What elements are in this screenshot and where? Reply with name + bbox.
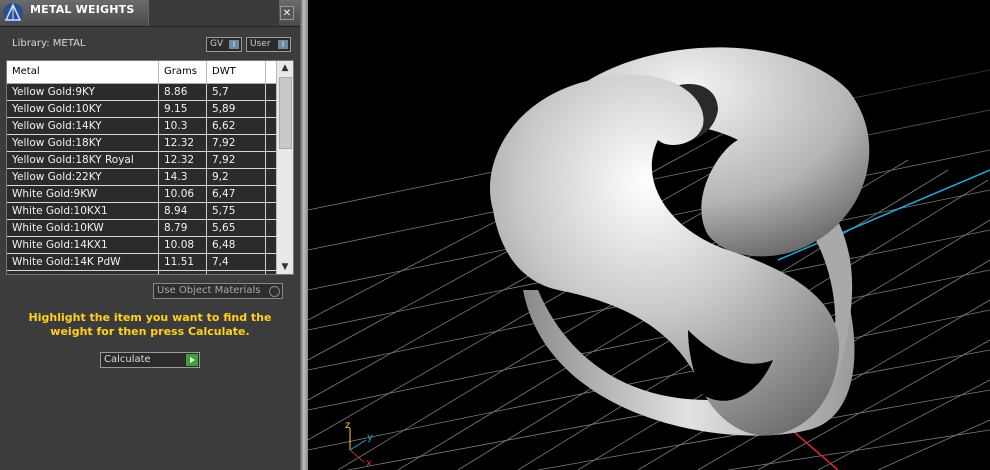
cell-metal: White Gold:14KX1 (7, 237, 159, 253)
table-row[interactable]: Yellow Gold:10KY 9.15 5,89 (7, 101, 277, 118)
cell-dwt: 6,62 (207, 118, 266, 134)
cell-dwt: 5,89 (207, 101, 266, 117)
cell-dwt: 9,2 (207, 169, 266, 185)
radio-icon (269, 286, 280, 297)
table-rows: Yellow Gold:9KY 8.86 5,7 Yellow Gold:10KY 9… (7, 84, 277, 274)
cell-metal: White Gold:14K PdW (7, 254, 159, 270)
scroll-thumb[interactable] (279, 77, 292, 149)
table-row[interactable]: Yellow Gold:18KY Royal 12.32 7,92 (7, 152, 277, 169)
cell-grams: 10.3 (159, 118, 207, 134)
cell-dwt: 5,75 (207, 203, 266, 219)
cell-dwt: 7,4 (207, 254, 266, 270)
cell-dwt: 6,47 (207, 186, 266, 202)
3d-viewport[interactable]: z y x (308, 0, 990, 470)
cell-grams: 8.86 (159, 84, 207, 100)
metal-table[interactable]: Metal Grams DWT Yellow Gold:9KY 8.86 5,7 Y… (6, 60, 294, 275)
info-icon: i (229, 40, 239, 49)
cell-grams: 11.51 (159, 254, 207, 270)
gizmo-z-label: z (345, 420, 350, 431)
cell-grams: 10.06 (159, 186, 207, 202)
metal-weights-panel: METAL WEIGHTS ✕ Library: METAL GV i User… (0, 0, 300, 470)
cell-grams: 9.15 (159, 101, 207, 117)
cell-dwt: 7,92 (207, 135, 266, 151)
cell-metal: Yellow Gold:22KY (7, 169, 159, 185)
cell-metal (7, 271, 159, 274)
use-object-materials-toggle[interactable]: Use Object Materials (153, 283, 283, 299)
table-row[interactable]: White Gold:9KW 10.06 6,47 (7, 186, 277, 203)
column-header-grams[interactable]: Grams (159, 61, 207, 83)
table-row[interactable]: Yellow Gold:9KY 8.86 5,7 (7, 84, 277, 101)
column-header-dwt[interactable]: DWT (207, 61, 266, 83)
cell-grams (159, 271, 207, 274)
panel-title: METAL WEIGHTS (30, 3, 135, 16)
gv-toggle-label: GV (210, 39, 224, 49)
table-header: Metal Grams DWT (7, 61, 277, 84)
instruction-text: Highlight the item you want to find the … (28, 311, 272, 338)
scroll-down-icon[interactable]: ▼ (277, 260, 293, 274)
table-row-partial[interactable] (7, 271, 277, 274)
gizmo-y-label: y (367, 432, 373, 443)
gizmo-x-label: x (366, 458, 372, 469)
cell-metal: White Gold:10KX1 (7, 203, 159, 219)
cell-dwt: 5,7 (207, 84, 266, 100)
library-label: Library: METAL (12, 38, 86, 49)
table-row[interactable]: White Gold:14KX1 10.08 6,48 (7, 237, 277, 254)
table-row[interactable]: White Gold:14K PdW 11.51 7,4 (7, 254, 277, 271)
panel-splitter[interactable] (300, 0, 308, 470)
table-row[interactable]: Yellow Gold:22KY 14.3 9,2 (7, 169, 277, 186)
viewport-scene: z y x (308, 0, 990, 470)
cell-metal: White Gold:10KW (7, 220, 159, 236)
table-row[interactable]: White Gold:10KX1 8.94 5,75 (7, 203, 277, 220)
cell-grams: 12.32 (159, 152, 207, 168)
cell-grams: 8.94 (159, 203, 207, 219)
cell-metal: Yellow Gold:14KY (7, 118, 159, 134)
table-row[interactable]: Yellow Gold:14KY 10.3 6,62 (7, 118, 277, 135)
cell-dwt: 5,65 (207, 220, 266, 236)
panel-titlebar[interactable]: METAL WEIGHTS ✕ (0, 0, 300, 27)
cell-metal: Yellow Gold:10KY (7, 101, 159, 117)
play-icon (186, 354, 198, 366)
close-icon[interactable]: ✕ (280, 6, 294, 20)
scroll-up-icon[interactable]: ▲ (277, 61, 293, 75)
cell-metal: White Gold:9KW (7, 186, 159, 202)
cell-dwt: 6,48 (207, 237, 266, 253)
titlebar-spacer (148, 0, 279, 26)
cell-metal: Yellow Gold:18KY (7, 135, 159, 151)
column-header-metal[interactable]: Metal (7, 61, 159, 83)
cell-metal: Yellow Gold:18KY Royal (7, 152, 159, 168)
cell-grams: 8.79 (159, 220, 207, 236)
cell-grams: 12.32 (159, 135, 207, 151)
cell-grams: 10.08 (159, 237, 207, 253)
cell-dwt (207, 271, 266, 274)
gv-toggle[interactable]: GV i (206, 37, 242, 52)
use-object-materials-label: Use Object Materials (157, 285, 261, 296)
calculate-button[interactable]: Calculate (100, 352, 200, 368)
cell-grams: 14.3 (159, 169, 207, 185)
cell-dwt: 7,92 (207, 152, 266, 168)
calculate-label: Calculate (104, 354, 151, 365)
user-toggle[interactable]: User i (246, 37, 291, 52)
app-logo-icon (3, 3, 23, 23)
user-toggle-label: User (250, 39, 271, 49)
cell-metal: Yellow Gold:9KY (7, 84, 159, 100)
info-icon: i (278, 40, 288, 49)
table-row[interactable]: White Gold:10KW 8.79 5,65 (7, 220, 277, 237)
table-row[interactable]: Yellow Gold:18KY 12.32 7,92 (7, 135, 277, 152)
table-scrollbar[interactable]: ▲ ▼ (276, 61, 293, 274)
